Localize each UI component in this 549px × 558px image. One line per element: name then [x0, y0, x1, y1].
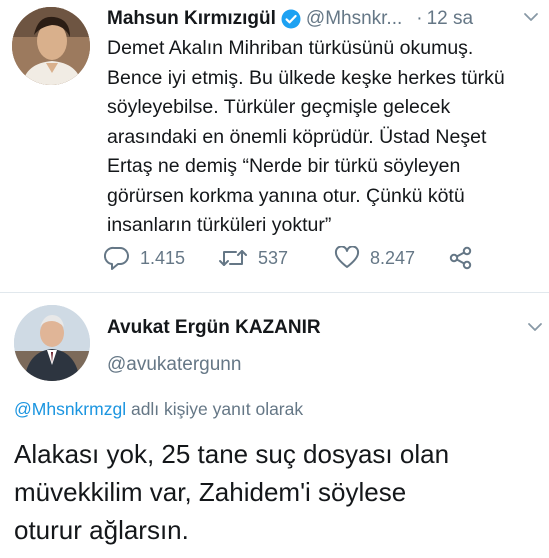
share-button[interactable] [448, 244, 484, 272]
tweet-thread: Mahsun Kırmızıgül @Mhsnkr... · 12 sa Dem… [0, 0, 549, 558]
tweet-text-line: Demet Akalın Mihriban türküsünü okumuş. [107, 37, 474, 59]
retweet-button[interactable]: 537 [218, 244, 288, 272]
avatar[interactable] [12, 7, 90, 85]
tweet-text: Alakası yok, 25 tane suç dosyası olan mü… [14, 435, 539, 549]
author-name[interactable]: Avukat Ergün KAZANIR [107, 317, 321, 339]
retweet-icon [219, 250, 247, 266]
tweet-header: Mahsun Kırmızıgül @Mhsnkr... · 12 sa [107, 6, 473, 32]
avatar[interactable] [14, 305, 90, 381]
like-count: 8.247 [370, 247, 416, 268]
verified-badge-icon [281, 9, 301, 29]
tweet-text-line: Bence iyi etmiş. Bu ülkede keşke herkes … [107, 66, 505, 89]
chevron-down-icon[interactable] [527, 320, 543, 334]
like-button[interactable]: 8.247 [334, 244, 415, 272]
tweet-text-line: arasındaki en önemli köprüdür. Üstad Neş… [107, 125, 487, 148]
tweet-text-line: Ertaş ne demiş “Nerde bir türkü söyleyen [107, 155, 461, 177]
reply-count: 1.415 [140, 247, 186, 268]
author-name[interactable]: Mahsun Kırmızıgül [107, 8, 276, 30]
tweet-text-line: görürsen korkma yanına otur. Çünkü kötü [107, 184, 465, 207]
tweet-text-line: söyleyebilse. Türküler geçmişle gelecek [107, 96, 451, 118]
heart-icon [334, 246, 360, 268]
reply-icon [104, 246, 129, 270]
tweet-text-line: müvekkilim var, Zahidem'i söylese [14, 477, 407, 507]
retweet-count: 537 [258, 247, 289, 268]
share-icon [449, 246, 472, 270]
tweet-original[interactable]: Mahsun Kırmızıgül @Mhsnkr... · 12 sa Dem… [0, 0, 549, 290]
tweet-text-line: oturur ağlarsın. [14, 515, 189, 545]
chevron-down-icon[interactable] [523, 10, 539, 24]
tweet-text-line: insanların türküleri yoktur” [107, 214, 332, 236]
tweet-text-line: Alakası yok, 25 tane suç dosyası olan [14, 439, 450, 469]
reply-button[interactable]: 1.415 [104, 244, 185, 272]
replying-label: adlı kişiye yanıt olarak [126, 399, 304, 419]
tweet-text: Demet Akalın Mihriban türküsünü okumuş. … [107, 34, 537, 241]
timestamp[interactable]: 12 sa [427, 8, 473, 30]
replying-mention-link[interactable]: @Mhsnkrmzgl [14, 399, 126, 419]
author-handle[interactable]: @Mhsnkr... [306, 8, 402, 30]
divider [0, 292, 549, 293]
separator-dot: · [416, 8, 423, 29]
author-handle[interactable]: @avukatergunn [107, 354, 241, 376]
replying-to: @Mhsnkrmzgl adlı kişiye yanıt olarak [14, 399, 303, 420]
tweet-actions: 1.415 537 8.247 [104, 244, 524, 272]
